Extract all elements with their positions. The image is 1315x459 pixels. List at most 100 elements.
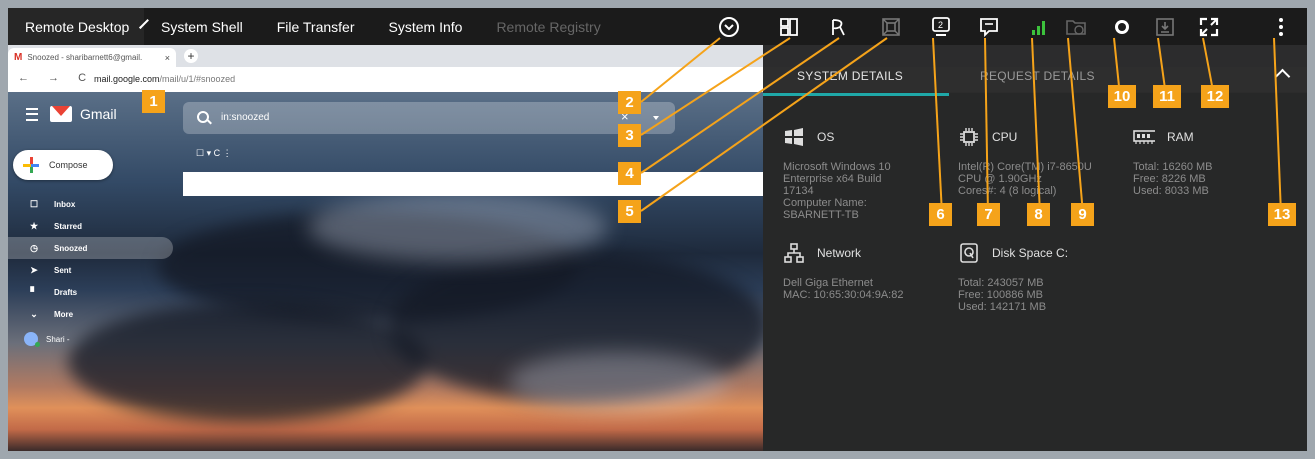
callout-badge: 5 [618, 200, 641, 223]
nav-item-drafts[interactable]: ▘ Drafts [8, 281, 173, 303]
callout-badge: 1 [142, 90, 165, 113]
monitor-number: 2 [938, 20, 944, 30]
cpu-line: CPU @ 1.90GHz [958, 173, 1042, 185]
ram-module-icon [1133, 127, 1155, 147]
disk-line: Used: 142171 MB [958, 301, 1047, 313]
windows-icon [783, 127, 805, 147]
nav-item-label: Sent [54, 265, 72, 275]
os-line: Enterprise x64 Build [783, 173, 882, 185]
draft-icon: ▘ [30, 286, 38, 297]
nav-item-inbox[interactable]: ☐ Inbox [8, 193, 173, 215]
ram-section: RAM Total: 16260 MB Free: 8226 MB Used: … [1133, 127, 1213, 197]
tab-file-transfer[interactable]: File Transfer [260, 8, 372, 45]
nav-item-sent[interactable]: ➤ Sent [8, 259, 173, 281]
record-icon[interactable] [1111, 16, 1133, 38]
callout-badge: 4 [618, 162, 641, 185]
network-icon [783, 243, 805, 263]
nav-item-snoozed[interactable]: ◷ Snoozed [8, 237, 173, 259]
cpu-line: Intel(R) Core(TM) i7-8650U [958, 161, 1092, 173]
disk-title: Disk Space C: [992, 246, 1069, 260]
os-line: Computer Name: [783, 197, 867, 209]
compose-label: Compose [49, 160, 88, 170]
tab-system-shell[interactable]: System Shell [144, 8, 260, 45]
nav-item-more[interactable]: ⌄ More [8, 303, 173, 325]
send-icon: ➤ [30, 264, 38, 275]
callout-badge: 2 [618, 91, 641, 114]
search-options-icon[interactable] [653, 116, 659, 120]
hard-disk-icon [958, 243, 980, 263]
callout-badge: 12 [1201, 85, 1229, 108]
gmail-favicon-icon: M [14, 52, 23, 63]
expand-more-icon: ⌄ [30, 308, 38, 319]
tab-remote-desktop[interactable]: Remote Desktop [8, 8, 150, 45]
hamburger-menu-icon[interactable] [26, 107, 38, 121]
gmail-nav: ☐ Inbox ★ Starred ◷ Snoozed ➤ Sent ▘ Drafts ⌄… [8, 193, 173, 325]
disk-line: Free: 100886 MB [958, 289, 1043, 301]
url-path: /mail/u/1/#snoozed [159, 74, 236, 84]
collapse-panel-icon[interactable] [1274, 68, 1291, 85]
nav-item-label: Inbox [54, 199, 76, 209]
nav-item-label: More [54, 309, 74, 319]
account-name: Shari - [46, 334, 70, 344]
chat-message-icon[interactable] [978, 16, 1000, 38]
gmail-header: Gmail [26, 106, 117, 122]
tab-request-details[interactable]: REQUEST DETAILS [980, 69, 1095, 83]
fullscreen-icon[interactable] [1198, 16, 1220, 38]
disk-section: Disk Space C: Total: 243057 MB Free: 100… [958, 243, 1068, 313]
account-switcher[interactable]: Shari - [24, 332, 70, 347]
callout-badge: 13 [1268, 203, 1296, 226]
monitor-select-icon[interactable]: 2 [930, 16, 952, 38]
os-section: OS Microsoft Windows 10 Enterprise x64 B… [783, 127, 891, 221]
cpu-title: CPU [992, 130, 1018, 144]
message-list-area [183, 172, 763, 196]
tab-system-details[interactable]: SYSTEM DETAILS [797, 69, 903, 83]
tab-remote-registry[interactable]: Remote Registry [479, 8, 617, 45]
gmail-brand: Gmail [80, 106, 117, 122]
pen-input-icon[interactable] [828, 16, 850, 38]
os-line: 17134 [783, 185, 814, 197]
compose-plus-icon [23, 157, 39, 173]
download-icon [1154, 16, 1176, 38]
browser-nav-buttons[interactable]: ← → C [18, 72, 94, 84]
callout-badge: 10 [1108, 85, 1136, 108]
nav-item-label: Drafts [54, 287, 78, 297]
signal-quality-icon [1028, 16, 1050, 38]
close-tab-icon[interactable]: × [165, 53, 170, 63]
search-input[interactable]: in:snoozed [221, 112, 269, 123]
folder-record-icon [1065, 16, 1087, 38]
cpu-chip-icon [958, 127, 980, 147]
os-line: Microsoft Windows 10 [783, 161, 891, 173]
nav-item-starred[interactable]: ★ Starred [8, 215, 173, 237]
ram-line: Total: 16260 MB [1133, 161, 1213, 173]
nav-item-label: Starred [54, 221, 83, 231]
tab-remote-desktop-label: Remote Desktop [25, 18, 130, 35]
search-bar[interactable]: in:snoozed × [183, 102, 675, 134]
cpu-line: Cores#: 4 (8 logical) [958, 185, 1057, 197]
tab-system-info[interactable]: System Info [372, 8, 480, 45]
fit-screen-icon [880, 16, 902, 38]
star-icon: ★ [29, 220, 39, 231]
os-line: SBARNETT-TB [783, 209, 859, 221]
browser-tab-title: Snoozed - sharibarnett6@gmail. [27, 53, 143, 62]
more-menu-icon[interactable] [1270, 16, 1292, 38]
ram-line: Used: 8033 MB [1133, 185, 1209, 197]
compose-button[interactable]: Compose [13, 150, 113, 180]
active-tab-indicator [763, 93, 949, 96]
callout-badge: 3 [618, 124, 641, 147]
ram-line: Free: 8226 MB [1133, 173, 1206, 185]
url-field[interactable]: mail.google.com/mail/u/1/#snoozed [94, 74, 235, 84]
list-toolbar[interactable]: ☐ ▾ C ⋮ [196, 148, 232, 159]
avatar [24, 332, 40, 347]
gmail-logo-icon [50, 106, 72, 122]
os-title: OS [817, 130, 835, 144]
callout-badge: 11 [1153, 85, 1181, 108]
layout-grid-icon[interactable] [778, 16, 800, 38]
nav-item-label: Snoozed [54, 243, 88, 253]
network-title: Network [817, 246, 862, 260]
browser-tab[interactable]: M Snoozed - sharibarnett6@gmail. × [8, 48, 176, 67]
callout-badge: 8 [1027, 203, 1050, 226]
cpu-section: CPU Intel(R) Core(TM) i7-8650U CPU @ 1.9… [958, 127, 1092, 197]
collapse-toggle-icon[interactable] [718, 16, 740, 38]
network-line: MAC: 10:65:30:04:9A:82 [783, 289, 904, 301]
new-tab-button[interactable]: + [184, 49, 198, 63]
